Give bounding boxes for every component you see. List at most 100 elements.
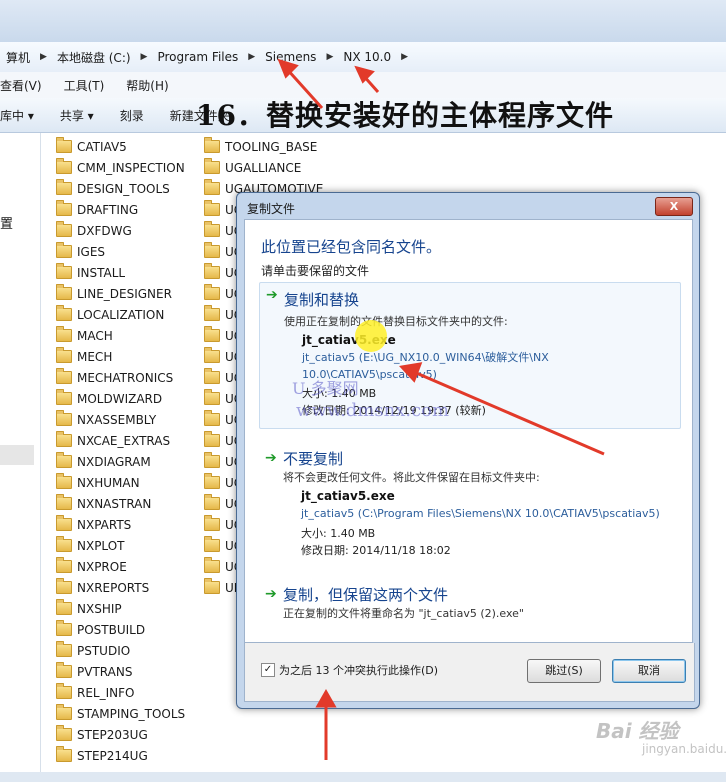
folder-icon [204,242,220,258]
folder-name: NXHUMAN [77,475,140,490]
folder-icon [204,473,220,489]
folder-name: STAMPING_TOOLS [77,706,186,721]
folder-name: MACH [77,328,113,343]
folder-item[interactable]: MECHATRONICS [56,367,185,388]
address-segment-program-files[interactable]: Program Files [151,50,244,64]
folder-icon [56,683,72,699]
address-segment-local-disk[interactable]: 本地磁盘 (C:) [51,49,137,66]
folder-icon [56,158,72,174]
close-button[interactable]: X [655,197,693,216]
folder-icon [204,536,220,552]
folder-icon [204,578,220,594]
folder-name: NXDIAGRAM [77,454,151,469]
folder-item[interactable]: LOCALIZATION [56,304,185,325]
folder-item[interactable]: NXCAE_EXTRAS [56,430,185,451]
folder-name: UGALLIANCE [225,160,302,175]
folder-item[interactable]: PSTUDIO [56,640,185,661]
folder-name: NXPARTS [77,517,132,532]
chevron-right-icon[interactable]: ▶ [322,52,337,62]
folder-name: MOLDWIZARD [77,391,163,406]
address-segment-nx[interactable]: NX 10.0 [337,50,397,64]
file-name: jt_catiav5.exe [301,489,395,503]
chevron-right-icon[interactable]: ▶ [397,52,412,62]
folder-name: CMM_INSPECTION [77,160,185,175]
skip-button[interactable]: 跳过(S) [527,659,601,683]
folder-item[interactable]: NXDIAGRAM [56,451,185,472]
include-in-library-button[interactable]: 库中 ▾ [0,107,34,124]
menu-tools[interactable]: 工具(T) [64,77,105,94]
apply-to-all-label[interactable]: 为之后 13 个冲突执行此操作(D) [279,662,438,678]
folder-item[interactable]: CATIAV5 [56,136,185,157]
chevron-right-icon[interactable]: ▶ [244,52,259,62]
folder-name: DRAFTING [77,202,139,217]
menu-view[interactable]: 查看(V) [0,77,42,94]
folder-icon [204,263,220,279]
folder-item[interactable]: TOOLING_BASE [204,136,323,157]
folder-icon [56,242,72,258]
folder-icon [56,599,72,615]
folder-name: NXREPORTS [77,580,150,595]
folder-icon [56,494,72,510]
folder-icon [56,662,72,678]
file-path: jt_catiav5 (C:\Program Files\Siemens\NX … [301,507,660,520]
folder-name: LINE_DESIGNER [77,286,172,301]
folder-item[interactable]: NXPROE [56,556,185,577]
folder-item[interactable]: NXPARTS [56,514,185,535]
folder-item[interactable]: NXASSEMBLY [56,409,185,430]
folder-name: MECHATRONICS [77,370,174,385]
folder-icon [204,305,220,321]
option-do-not-copy[interactable]: ➔ 不要复制 将不会更改任何文件。将此文件保留在目标文件夹中: jt_catia… [259,446,679,561]
folder-icon [56,347,72,363]
chevron-right-icon[interactable]: ▶ [36,52,51,62]
file-modified-date: 修改日期: 2014/11/18 18:02 [301,544,451,557]
nav-scroll-thumb[interactable] [0,445,34,465]
folder-item[interactable]: NXSHIP [56,598,185,619]
folder-item[interactable]: STAMPING_TOOLS [56,703,185,724]
folder-item[interactable]: UGALLIANCE [204,157,323,178]
folder-item[interactable]: DXFDWG [56,220,185,241]
baidu-logo: Bai 经验 [596,719,679,743]
address-segment-siemens[interactable]: Siemens [259,50,322,64]
folder-name: INSTALL [77,265,126,280]
nav-item-label[interactable]: 置 [0,213,13,232]
folder-item[interactable]: IGES [56,241,185,262]
folder-name: NXPROE [77,559,127,574]
folder-icon [56,452,72,468]
folder-item[interactable]: INSTALL [56,262,185,283]
chevron-right-icon[interactable]: ▶ [137,52,152,62]
address-segment-computer[interactable]: 算机 [0,49,36,66]
folder-item[interactable]: REL_INFO [56,682,185,703]
copy-file-dialog: 复制文件 X 此位置已经包含同名文件。 请单击要保留的文件 ➔ 复制和替换 使用… [236,192,700,709]
share-button[interactable]: 共享 ▾ [60,107,94,124]
folder-icon [204,158,220,174]
folder-item[interactable]: NXHUMAN [56,472,185,493]
folder-name: NXSHIP [77,601,122,616]
folder-item[interactable]: STEP214UG [56,745,185,766]
folder-item[interactable]: MOLDWIZARD [56,388,185,409]
apply-to-all-checkbox[interactable]: ✓ [261,663,275,677]
folder-item[interactable]: DESIGN_TOOLS [56,178,185,199]
folder-item[interactable]: POSTBUILD [56,619,185,640]
folder-item[interactable]: LINE_DESIGNER [56,283,185,304]
folder-item[interactable]: MECH [56,346,185,367]
folder-item[interactable]: STEP203UG [56,724,185,745]
folder-name: MECH [77,349,113,364]
folder-item[interactable]: NXPLOT [56,535,185,556]
folder-item[interactable]: DRAFTING [56,199,185,220]
folder-item[interactable]: CMM_INSPECTION [56,157,185,178]
folder-item[interactable]: MACH [56,325,185,346]
folder-icon [204,557,220,573]
folder-item[interactable]: PVTRANS [56,661,185,682]
option-copy-keep-both[interactable]: ➔ 复制，但保留这两个文件 正在复制的文件将重命名为 "jt_catiav5 (… [259,582,679,627]
green-arrow-icon: ➔ [266,287,278,303]
folder-item[interactable]: NXNASTRAN [56,493,185,514]
menu-help[interactable]: 帮助(H) [126,77,168,94]
burn-button[interactable]: 刻录 [120,107,144,124]
address-bar[interactable]: 算机 ▶ 本地磁盘 (C:) ▶ Program Files ▶ Siemens… [0,42,726,73]
folder-item[interactable]: NXREPORTS [56,577,185,598]
folder-icon [204,347,220,363]
cancel-button[interactable]: 取消 [612,659,686,683]
folder-name: STEP214UG [77,748,148,763]
navigation-pane[interactable]: 置 [0,133,41,773]
cursor-highlight [355,320,387,352]
